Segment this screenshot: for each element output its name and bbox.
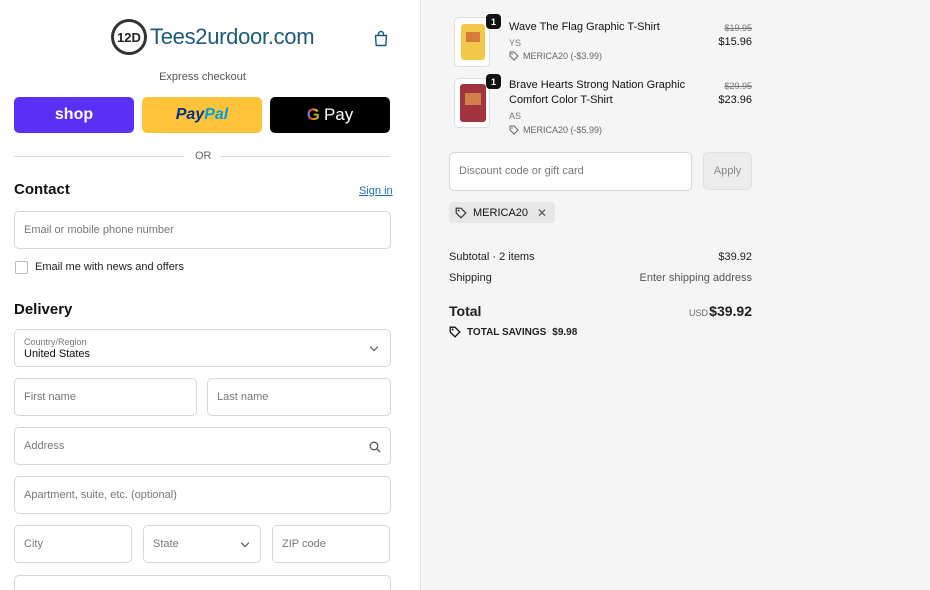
quantity-badge: 1 xyxy=(486,74,501,89)
shop-pay-button[interactable]: shop xyxy=(14,97,134,133)
paypal-label-pay: Pay xyxy=(175,106,205,123)
zip-field[interactable]: ZIP code xyxy=(272,525,390,563)
apartment-placeholder: Apartment, suite, etc. (optional) xyxy=(24,489,177,501)
contact-title: Contact xyxy=(14,181,70,198)
logo-badge: 12D xyxy=(111,19,147,55)
delivery-title: Delivery xyxy=(14,301,73,318)
total-savings: TOTAL SAVINGS $9.98 xyxy=(449,326,577,338)
paypal-button[interactable]: Pay Pal xyxy=(142,97,262,133)
chevron-down-icon xyxy=(369,342,379,352)
city-field[interactable]: City xyxy=(14,525,132,563)
item-title: Wave The Flag Graphic T-Shirt xyxy=(509,21,660,33)
newsletter-checkbox[interactable] xyxy=(15,261,28,274)
apply-discount-button[interactable]: Apply xyxy=(703,152,752,190)
divider-left xyxy=(14,156,184,157)
address-field[interactable]: Address xyxy=(14,427,391,465)
discount-placeholder: Discount code or gift card xyxy=(459,165,584,177)
savings-value: $9.98 xyxy=(552,326,578,338)
applied-discount-chip: MERICA20 ✕ xyxy=(449,202,556,223)
chevron-down-icon xyxy=(240,538,250,548)
shipping-value: Enter shipping address xyxy=(639,272,752,284)
item-price: $15.96 xyxy=(718,36,752,48)
or-divider-text: OR xyxy=(195,150,212,162)
quantity-badge: 1 xyxy=(486,14,501,29)
shop-pay-label: shop xyxy=(54,106,94,123)
total-label: Total xyxy=(449,303,482,319)
item-price: $23.96 xyxy=(718,94,752,106)
city-placeholder: City xyxy=(24,538,43,550)
tag-icon xyxy=(509,125,519,135)
item-variant: YS xyxy=(509,38,522,48)
subtotal-label: Subtotal · 2 items xyxy=(449,251,535,263)
item-old-price: $19.95 xyxy=(724,23,752,33)
address-placeholder: Address xyxy=(24,440,65,452)
search-icon xyxy=(369,441,381,453)
product-thumbnail xyxy=(454,17,490,67)
store-logo[interactable]: 12D Tees2urdoor.com xyxy=(111,19,315,55)
total-value: $39.92 xyxy=(709,303,752,319)
shipping-label: Shipping xyxy=(449,272,492,284)
first-name-field[interactable]: First name xyxy=(14,378,197,416)
google-pay-label: Pay xyxy=(323,105,354,124)
sign-in-link[interactable]: Sign in xyxy=(359,185,393,197)
product-thumbnail xyxy=(454,78,490,128)
state-select[interactable]: State xyxy=(143,525,261,563)
tag-icon xyxy=(509,51,519,61)
express-checkout-title: Express checkout xyxy=(159,71,246,83)
item-discount: MERICA20 (-$3.99) xyxy=(509,51,602,61)
zip-placeholder: ZIP code xyxy=(282,538,326,550)
tag-icon xyxy=(455,207,467,219)
discount-code-field[interactable]: Discount code or gift card xyxy=(449,152,692,191)
item-discount-text: MERICA20 (-$3.99) xyxy=(523,51,603,61)
state-placeholder: State xyxy=(153,538,179,550)
logo-text: Tees2urdoor.com xyxy=(150,24,315,49)
savings-label: TOTAL SAVINGS xyxy=(467,326,547,338)
email-placeholder: Email or mobile phone number xyxy=(24,224,174,236)
total-currency: USD xyxy=(688,308,708,318)
bag-icon[interactable] xyxy=(373,30,389,47)
tag-icon xyxy=(449,326,461,338)
newsletter-label: Email me with news and offers xyxy=(35,261,184,273)
google-pay-button[interactable]: G Pay xyxy=(270,97,390,133)
last-name-placeholder: Last name xyxy=(217,391,269,403)
apartment-field[interactable]: Apartment, suite, etc. (optional) xyxy=(14,476,391,514)
item-discount: MERICA20 (-$5.99) xyxy=(509,125,602,135)
applied-code-text: MERICA20 xyxy=(473,206,529,219)
first-name-placeholder: First name xyxy=(24,391,76,403)
country-select[interactable]: Country/Region United States xyxy=(14,329,391,367)
country-label: Country/Region xyxy=(24,337,87,347)
google-g-icon: G xyxy=(306,105,320,124)
item-title: Brave Hearts Strong Nation Graphic xyxy=(509,79,686,91)
subtotal-value: $39.92 xyxy=(718,251,752,263)
item-discount-text: MERICA20 (-$5.99) xyxy=(523,125,603,135)
item-old-price: $29.95 xyxy=(724,81,752,91)
close-icon[interactable]: ✕ xyxy=(537,206,547,220)
last-name-field[interactable]: Last name xyxy=(207,378,391,416)
divider-right xyxy=(220,156,390,157)
paypal-label-pal: Pal xyxy=(204,106,229,123)
item-variant: AS xyxy=(509,111,522,121)
item-title-line-2: Comfort Color T-Shirt xyxy=(509,94,613,106)
email-field[interactable]: Email or mobile phone number xyxy=(14,211,391,249)
country-value: United States xyxy=(24,348,91,360)
phone-field-partial[interactable] xyxy=(14,575,391,590)
